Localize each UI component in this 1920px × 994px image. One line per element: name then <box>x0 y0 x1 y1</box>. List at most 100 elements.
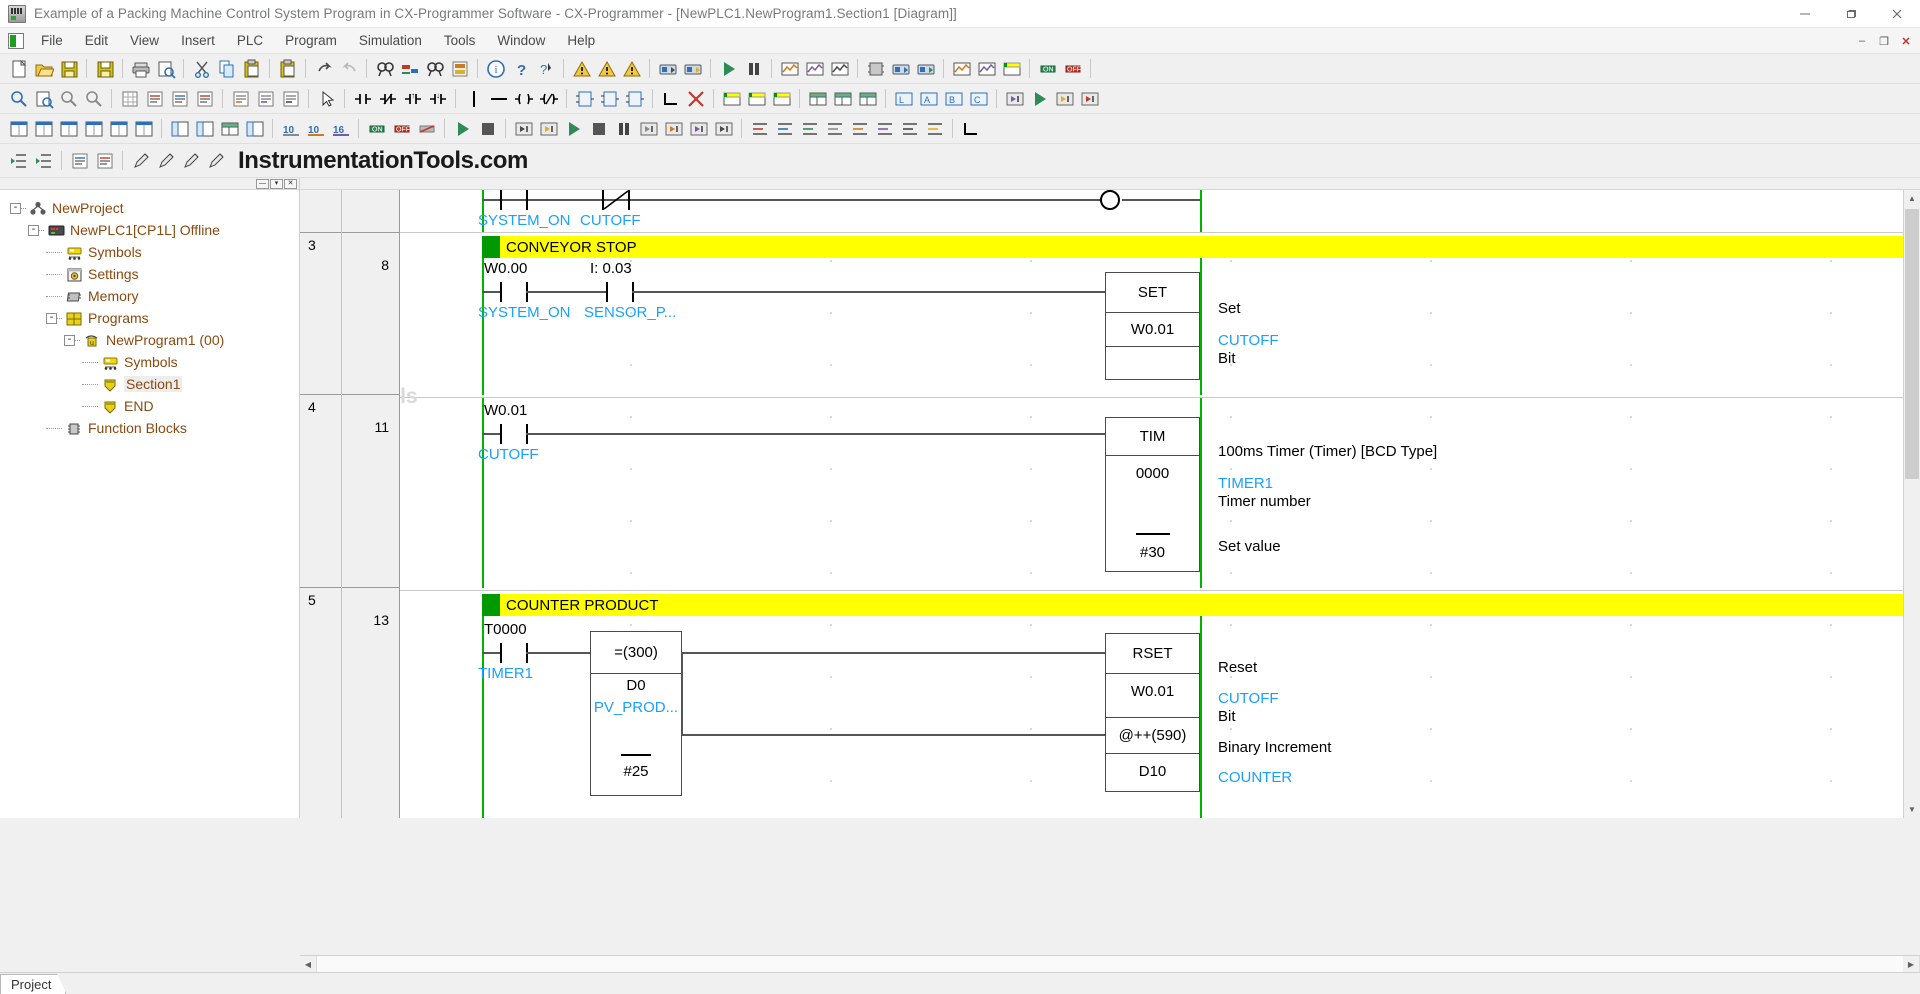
fb-param-icon[interactable] <box>622 86 647 111</box>
force-cancel-icon[interactable] <box>414 116 439 141</box>
delete-line-icon[interactable] <box>683 86 708 111</box>
task2-icon[interactable] <box>536 116 561 141</box>
monitor-icon[interactable] <box>777 56 802 81</box>
menu-view[interactable]: View <box>119 31 170 50</box>
help-icon[interactable]: ? <box>508 56 533 81</box>
rung-gutter-cell[interactable] <box>300 190 399 233</box>
run-mode-icon[interactable] <box>716 56 741 81</box>
menu-file[interactable]: File <box>30 31 74 50</box>
undo-icon[interactable] <box>311 56 336 81</box>
new-file-icon[interactable] <box>6 56 31 81</box>
memory-icon[interactable] <box>863 56 888 81</box>
open-file-icon[interactable] <box>31 56 56 81</box>
mdi-restore-button[interactable]: ❐ <box>1874 31 1894 51</box>
align-d-icon[interactable] <box>822 116 847 141</box>
io-table-icon[interactable] <box>888 56 913 81</box>
menu-program[interactable]: Program <box>274 31 348 50</box>
pen-d-icon[interactable] <box>203 148 228 173</box>
project-tree-icon[interactable] <box>167 116 192 141</box>
tree-item-programs[interactable]: - Programs <box>0 307 299 329</box>
menu-window[interactable]: Window <box>486 31 556 50</box>
menu-simulation[interactable]: Simulation <box>348 31 433 50</box>
paste-icon[interactable] <box>239 56 264 81</box>
output-win-icon[interactable] <box>192 116 217 141</box>
compare-icon[interactable] <box>447 56 472 81</box>
play-icon[interactable] <box>561 116 586 141</box>
pll-icon[interactable]: L <box>891 86 916 111</box>
align-e-icon[interactable] <box>847 116 872 141</box>
rung-comment-icon[interactable] <box>769 86 794 111</box>
force-set-icon[interactable]: ON <box>1035 56 1060 81</box>
pause-icon[interactable] <box>741 56 766 81</box>
scroll-down-arrow[interactable]: ▼ <box>1904 801 1920 818</box>
replace-icon[interactable] <box>397 56 422 81</box>
instruction-block-increment[interactable]: @++(590) D10 <box>1105 717 1200 792</box>
transfer-from-plc-icon[interactable] <box>680 56 705 81</box>
task-icon[interactable] <box>511 116 536 141</box>
force-reset-icon[interactable]: OFF <box>1060 56 1085 81</box>
contact-no-icon[interactable] <box>350 86 375 111</box>
rung-comment[interactable]: CONVEYOR STOP <box>482 236 1903 258</box>
instruction-icon[interactable] <box>572 86 597 111</box>
tree-item-memory[interactable]: Memory <box>0 285 299 307</box>
output-coil[interactable] <box>1100 190 1120 210</box>
comment-list-icon[interactable] <box>142 86 167 111</box>
compile-icon[interactable] <box>594 56 619 81</box>
contact-diff-down-icon[interactable]: ↓ <box>425 86 450 111</box>
vertical-scroll-thumb[interactable] <box>1905 209 1919 479</box>
list-b-icon[interactable] <box>92 148 117 173</box>
tree-item-symbols[interactable]: Symbols <box>0 241 299 263</box>
zoom-find-icon[interactable] <box>31 86 56 111</box>
scroll-right-arrow[interactable]: ▶ <box>1903 956 1920 972</box>
menu-insert[interactable]: Insert <box>170 31 226 50</box>
panel-autohide-button[interactable]: — <box>256 178 269 189</box>
end-icon[interactable] <box>711 116 736 141</box>
plc-setup-icon[interactable] <box>913 56 938 81</box>
copy-icon[interactable] <box>214 56 239 81</box>
fast-icon[interactable] <box>686 116 711 141</box>
transfer-to-plc-icon[interactable] <box>655 56 680 81</box>
contact-nc-icon[interactable] <box>375 86 400 111</box>
watch-del-icon[interactable] <box>855 86 880 111</box>
pause2-icon[interactable] <box>611 116 636 141</box>
tree-expander[interactable]: - <box>28 224 39 236</box>
tree-item-newplc1-cp1l-offline[interactable]: - NewPLC1[CP1L] Offline <box>0 219 299 241</box>
tree-item-settings[interactable]: Settings <box>0 263 299 285</box>
corner-icon[interactable] <box>658 86 683 111</box>
step-in-icon[interactable] <box>1052 86 1077 111</box>
zoom-reset-icon[interactable] <box>81 86 106 111</box>
horizontal-scroll-track[interactable] <box>317 956 1903 972</box>
contact-diff-up-icon[interactable]: ↑ <box>400 86 425 111</box>
time-chart-icon[interactable] <box>974 56 999 81</box>
step-run-icon[interactable] <box>1027 86 1052 111</box>
instruction-block-tim[interactable]: TIM 0000 #30 <box>1105 417 1200 572</box>
close-button[interactable] <box>1874 0 1920 28</box>
coil-icon[interactable] <box>511 86 536 111</box>
new-rung-icon[interactable] <box>719 86 744 111</box>
menu-edit[interactable]: Edit <box>74 31 119 50</box>
compile-all-icon[interactable] <box>619 56 644 81</box>
panel-close-button[interactable]: ✕ <box>284 178 297 189</box>
function-block-icon[interactable] <box>597 86 622 111</box>
panel-menu-button[interactable]: ▾ <box>270 178 283 189</box>
pen-a-icon[interactable] <box>128 148 153 173</box>
align-a-icon[interactable] <box>747 116 772 141</box>
project-tree[interactable]: - NewProject - NewPLC1[CP1L] Offline Symbols… <box>0 190 299 818</box>
section-list-icon[interactable] <box>192 86 217 111</box>
pen-b-icon[interactable] <box>153 148 178 173</box>
address-ref-icon[interactable] <box>253 86 278 111</box>
instruction-block-compare[interactable]: =(300) D0 PV_PROD... #25 <box>590 631 682 796</box>
watch-add-icon[interactable] <box>830 86 855 111</box>
step-icon[interactable] <box>636 116 661 141</box>
base10-icon[interactable]: 10 <box>278 116 303 141</box>
redo-icon[interactable] <box>336 56 361 81</box>
paste-special-icon[interactable] <box>275 56 300 81</box>
align-f-icon[interactable] <box>872 116 897 141</box>
tab-project[interactable]: Project <box>0 974 67 994</box>
tree-item-newproject[interactable]: - NewProject <box>0 197 299 219</box>
find-icon[interactable] <box>372 56 397 81</box>
corner2-icon[interactable] <box>958 116 983 141</box>
save-icon[interactable] <box>56 56 81 81</box>
align-b-icon[interactable] <box>772 116 797 141</box>
symbol-list-icon[interactable] <box>167 86 192 111</box>
